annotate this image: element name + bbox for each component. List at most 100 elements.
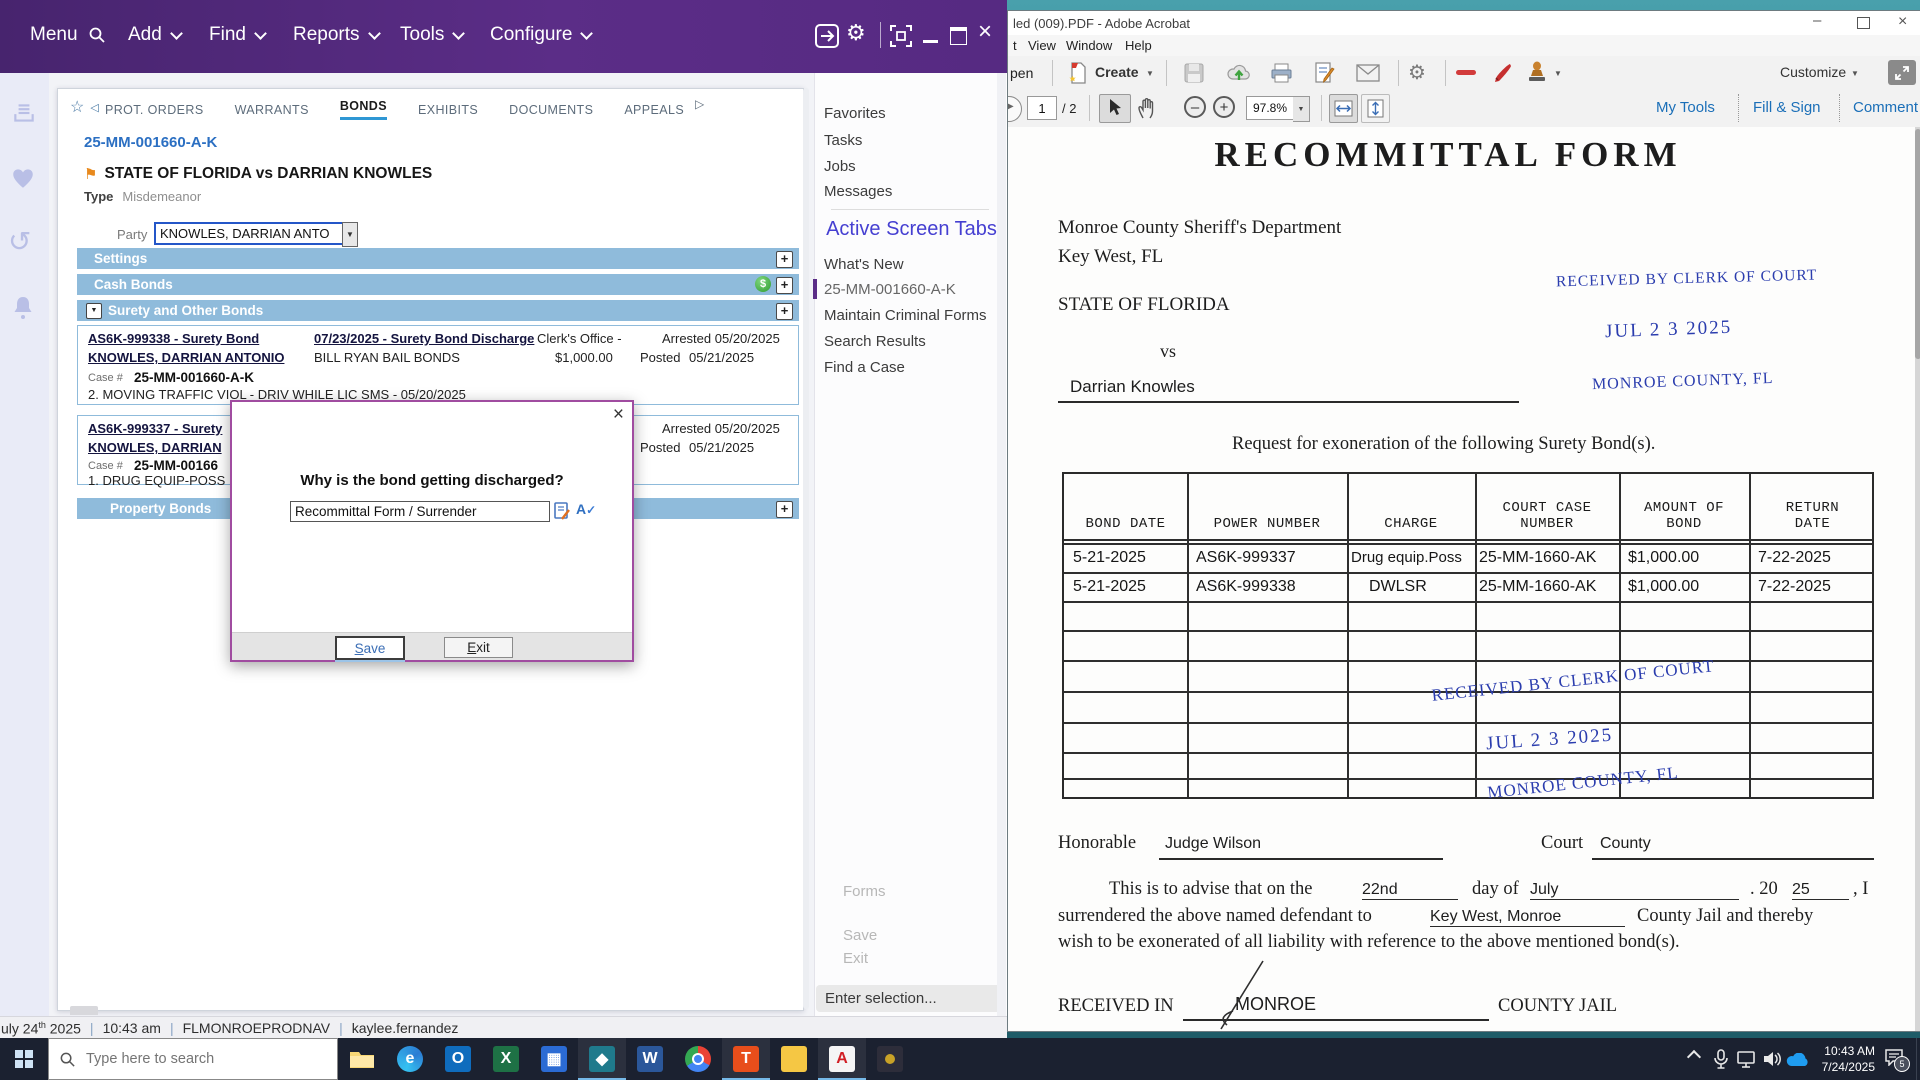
menu-add[interactable]: Add	[128, 24, 181, 46]
tray-volume-icon[interactable]	[1762, 1050, 1783, 1068]
collapse-icon[interactable]: ▼	[86, 303, 102, 319]
taskbar-app-blue[interactable]: ▦	[530, 1038, 578, 1080]
taskbar-sticky-notes[interactable]	[770, 1038, 818, 1080]
comment-tab[interactable]: Comment	[1853, 99, 1918, 116]
tray-notifications[interactable]: 5	[1884, 1048, 1904, 1071]
taskbar-app-dark[interactable]	[866, 1038, 914, 1080]
taskbar-tyler[interactable]: T	[722, 1038, 770, 1080]
tab-exhibits[interactable]: EXHIBITS	[418, 103, 478, 117]
start-button[interactable]	[0, 1038, 48, 1080]
taskbar-search[interactable]	[48, 1038, 338, 1080]
customize-button[interactable]: Customize	[1780, 64, 1846, 80]
tab-warrants[interactable]: WARRANTS	[235, 103, 309, 117]
bond-discharge-link[interactable]: 07/23/2025 - Surety Bond Discharge	[314, 331, 534, 346]
taskbar-edge[interactable]: e	[386, 1038, 434, 1080]
tray-microphone-icon[interactable]	[1712, 1049, 1730, 1069]
taskbar-odyssey[interactable]: ◆	[578, 1038, 626, 1080]
screen-tab-maintain-criminal-forms[interactable]: Maintain Criminal Forms	[824, 307, 987, 324]
page-number-input[interactable]: 1	[1027, 96, 1057, 120]
save-icon[interactable]	[1183, 62, 1205, 84]
sidebar-item-messages[interactable]: Messages	[824, 183, 892, 200]
taskbar-outlook[interactable]: O	[434, 1038, 482, 1080]
chevron-right-icon[interactable]: ▷	[695, 97, 704, 111]
stamp-icon[interactable]	[1525, 60, 1549, 86]
history-icon[interactable]: ↺	[8, 225, 31, 258]
close-button[interactable]: ×	[978, 18, 992, 46]
expand-plus-icon[interactable]: +	[776, 251, 793, 268]
tray-network-icon[interactable]	[1737, 1051, 1759, 1068]
open-button-partial[interactable]: pen	[1010, 65, 1033, 81]
section-cash-bonds[interactable]: Cash Bonds $ +	[77, 274, 799, 295]
tab-prot-orders[interactable]: PROT. ORDERS	[105, 103, 204, 117]
taskbar-chrome[interactable]	[674, 1038, 722, 1080]
create-button[interactable]: Create	[1095, 64, 1139, 80]
search-input[interactable]	[84, 1050, 308, 1068]
zoom-dropdown-arrow[interactable]: ▼	[1293, 96, 1310, 122]
party-dropdown-arrow[interactable]: ▼	[342, 222, 358, 247]
taskbar-file-explorer[interactable]	[338, 1038, 386, 1080]
zoom-level-input[interactable]: 97.8%	[1246, 96, 1294, 120]
select-tool-button[interactable]	[1099, 94, 1131, 123]
party-dropdown[interactable]: KNOWLES, DARRIAN ANTO	[154, 222, 348, 245]
bond-defendant-link[interactable]: KNOWLES, DARRIAN ANTONIO	[88, 350, 284, 365]
chevron-down-icon[interactable]: ▼	[1146, 69, 1154, 78]
highlight-icon[interactable]	[1456, 70, 1476, 75]
sidebar-item-jobs[interactable]: Jobs	[824, 158, 856, 175]
tray-onedrive-icon[interactable]	[1786, 1053, 1810, 1067]
menu-view[interactable]: View	[1028, 38, 1056, 53]
menu-window[interactable]: Window	[1066, 38, 1112, 53]
taskbar-word[interactable]: W	[626, 1038, 674, 1080]
bond-power-link[interactable]: AS6K-999337 - Surety	[88, 421, 222, 436]
chevron-down-icon[interactable]: ▼	[1554, 69, 1562, 78]
expand-plus-icon[interactable]: +	[776, 303, 793, 320]
email-icon[interactable]	[1356, 64, 1380, 82]
gear-icon[interactable]: ⚙	[846, 20, 866, 46]
tray-chevron-up-icon[interactable]	[1689, 1052, 1699, 1062]
screen-tab-search-results[interactable]: Search Results	[824, 333, 926, 350]
section-surety-bonds[interactable]: ▼ Surety and Other Bonds +	[77, 300, 799, 321]
tab-bonds[interactable]: BONDS	[340, 99, 387, 120]
sidebar-scrollbar[interactable]	[997, 73, 1006, 1016]
search-icon[interactable]	[87, 25, 107, 45]
screen-tab-find-a-case[interactable]: Find a Case	[824, 359, 905, 376]
taskbar-acrobat[interactable]: A	[818, 1038, 866, 1080]
form-edit-icon[interactable]	[1313, 61, 1337, 85]
gear-icon[interactable]: ⚙	[1408, 60, 1426, 85]
expand-plus-icon[interactable]: +	[776, 277, 793, 294]
case-number-link[interactable]: 25-MM-001660-A-K	[84, 134, 217, 151]
tab-favorite-controls[interactable]: ☆ ◁	[70, 97, 99, 117]
bond-row-1[interactable]: AS6K-999338 - Surety Bond 07/23/2025 - S…	[77, 325, 799, 405]
dollar-icon[interactable]: $	[755, 276, 771, 292]
upload-cloud-icon[interactable]	[1227, 61, 1251, 85]
minimize-button[interactable]	[923, 40, 938, 43]
bond-power-link[interactable]: AS6K-999338 - Surety Bond	[88, 331, 259, 346]
zoom-in-icon[interactable]: +	[1213, 96, 1235, 118]
pen-icon[interactable]	[1490, 61, 1514, 85]
notes-icon[interactable]	[554, 502, 571, 521]
hand-tool-icon[interactable]	[1136, 97, 1158, 120]
fill-sign-tab[interactable]: Fill & Sign	[1753, 99, 1821, 116]
menu-find[interactable]: Find	[209, 24, 265, 46]
restore-button[interactable]	[950, 27, 967, 45]
tray-clock[interactable]: 10:43 AM 7/24/2025	[1813, 1043, 1875, 1075]
menu-button[interactable]: Menu	[30, 24, 107, 46]
favorites-heart-icon[interactable]	[10, 165, 36, 191]
close-icon[interactable]: ×	[613, 404, 624, 426]
tab-appeals[interactable]: APPEALS	[624, 103, 684, 117]
spellcheck-icon[interactable]: A✓	[576, 501, 596, 517]
menu-tools[interactable]: Tools	[400, 24, 463, 46]
close-button[interactable]: ×	[1898, 13, 1907, 31]
taskbar-excel[interactable]: X	[482, 1038, 530, 1080]
minimize-button[interactable]: –	[1813, 12, 1821, 29]
expand-view-icon[interactable]	[1888, 60, 1916, 85]
star-icon[interactable]: ☆	[70, 97, 84, 117]
maximize-button[interactable]	[1857, 17, 1870, 29]
exit-button[interactable]: Exit	[444, 637, 513, 658]
fit-width-button[interactable]	[1329, 94, 1358, 123]
menu-reports[interactable]: Reports	[293, 24, 379, 46]
expand-plus-icon[interactable]: +	[776, 501, 793, 518]
chevron-left-icon[interactable]: ◁	[90, 101, 98, 114]
fit-page-button[interactable]	[1361, 94, 1390, 123]
print-icon[interactable]	[1270, 62, 1293, 84]
zoom-out-icon[interactable]: –	[1184, 96, 1206, 118]
